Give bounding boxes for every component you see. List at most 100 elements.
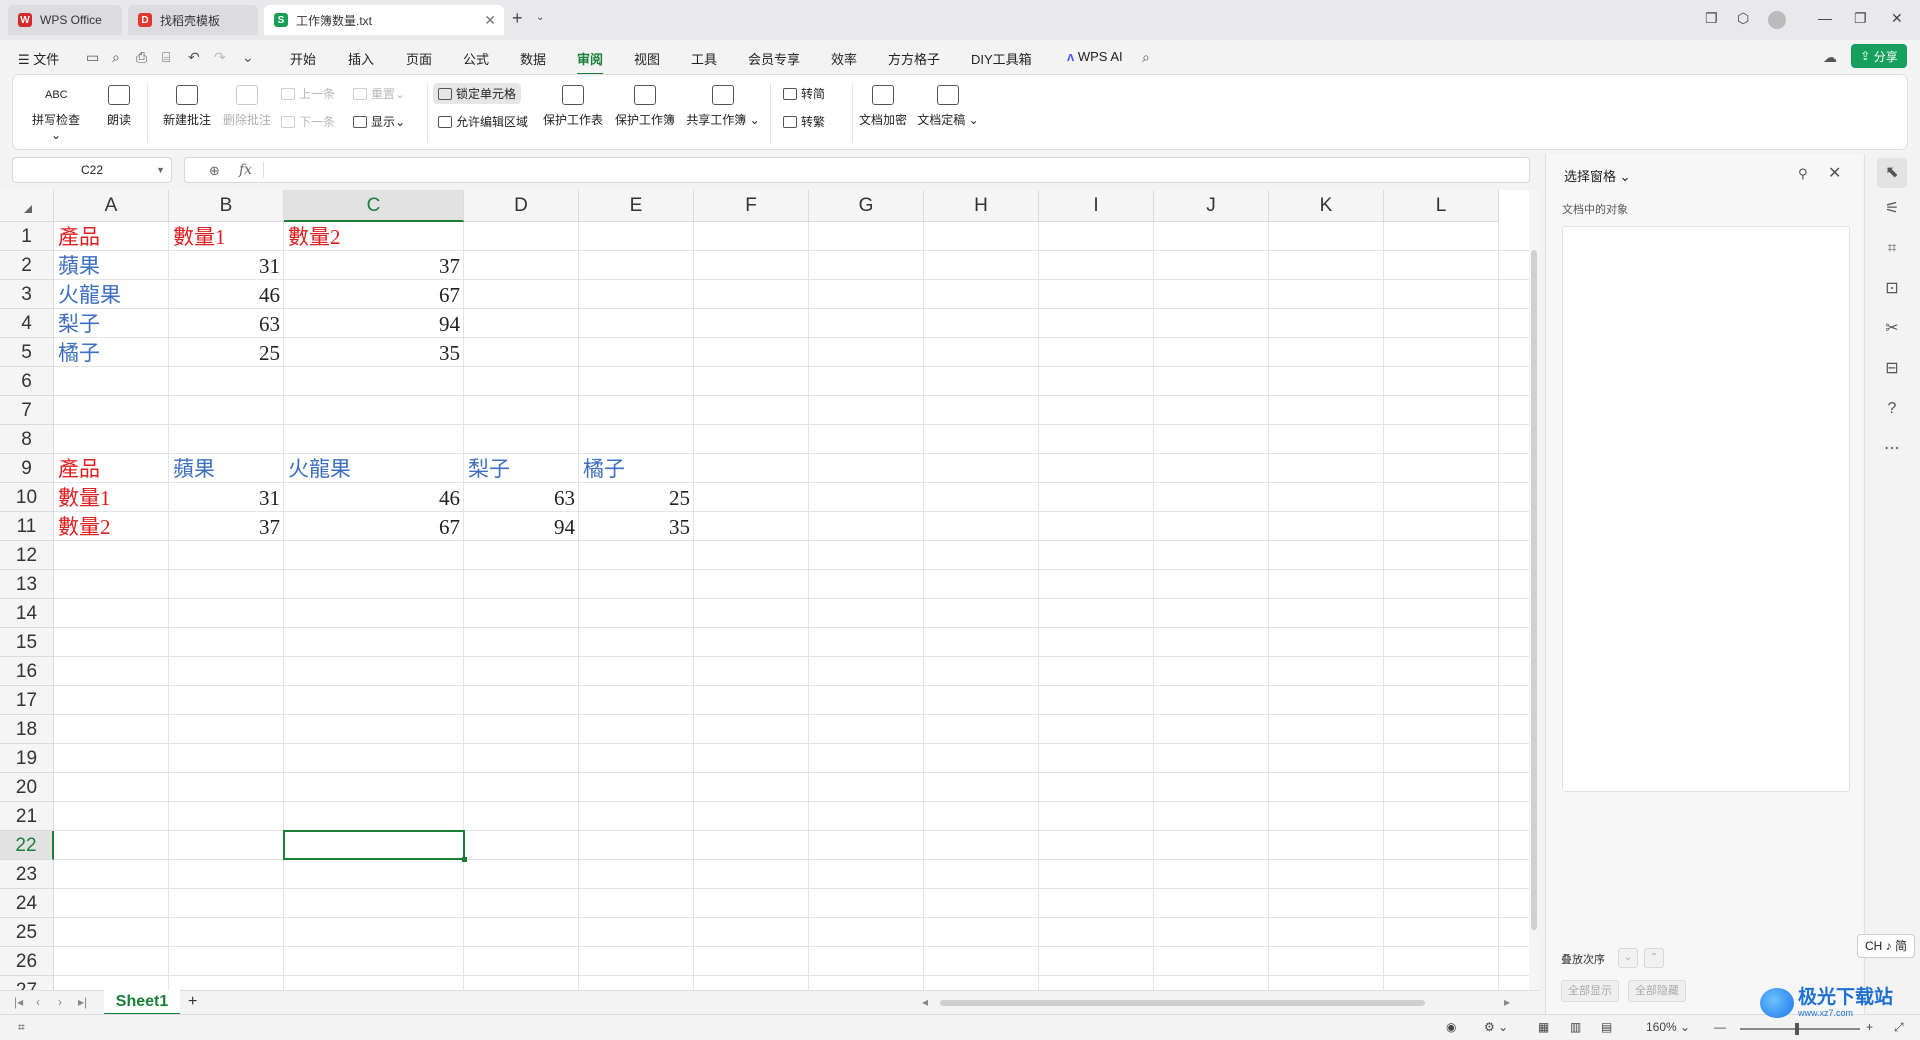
new-comment-button[interactable]: 新建批注 <box>159 85 215 128</box>
chart-icon[interactable]: ⊡ <box>1881 278 1903 300</box>
cell-b1[interactable]: 數量1 <box>169 222 284 251</box>
formula-bar[interactable]: ⊕ fx <box>184 157 1530 183</box>
cell-d10[interactable]: 63 <box>464 483 579 512</box>
row-header-17[interactable]: 17 <box>0 686 54 715</box>
move-down-button[interactable]: ⌄ <box>1618 948 1638 968</box>
row-header-7[interactable]: 7 <box>0 396 54 425</box>
ime-indicator[interactable]: CH ♪ 简 <box>1857 934 1915 958</box>
cell-a10[interactable]: 數量1 <box>54 483 169 512</box>
tools-icon[interactable]: ✂ <box>1881 318 1903 340</box>
cell-e9[interactable]: 橘子 <box>579 454 694 483</box>
save-icon[interactable]: ▭ <box>86 49 99 66</box>
spell-check-button[interactable]: ABC 拼写检查 ⌄ <box>27 85 85 142</box>
row-header-3[interactable]: 3 <box>0 280 54 309</box>
protect-sheet-button[interactable]: 保护工作表 <box>541 85 605 128</box>
tab-workbook[interactable]: S 工作簿数量.txt ✕ <box>264 5 504 35</box>
cell-b11[interactable]: 37 <box>169 512 284 541</box>
cell-d11[interactable]: 94 <box>464 512 579 541</box>
search-doc-icon[interactable]: ⌕ <box>112 49 120 66</box>
chevron-down-icon[interactable]: ⌄ <box>536 12 544 23</box>
avatar[interactable] <box>1768 11 1786 29</box>
row-header-6[interactable]: 6 <box>0 367 54 396</box>
row-header-4[interactable]: 4 <box>0 309 54 338</box>
doc-finalize-button[interactable]: 文档定稿 ⌄ <box>915 85 981 128</box>
window-restore-icon[interactable]: ❐ <box>1705 10 1718 27</box>
column-header-d[interactable]: D <box>464 190 579 222</box>
row-header-23[interactable]: 23 <box>0 860 54 889</box>
last-sheet-icon[interactable]: ▸| <box>78 995 87 1009</box>
add-sheet-button[interactable]: + <box>188 993 197 1011</box>
file-menu[interactable]: ☰ 文件 <box>18 49 59 68</box>
column-header-a[interactable]: A <box>54 190 169 222</box>
row-header-22[interactable]: 22 <box>0 831 54 860</box>
column-header-b[interactable]: B <box>169 190 284 222</box>
tab-wps-office[interactable]: W WPS Office <box>8 5 122 35</box>
row-header-19[interactable]: 19 <box>0 744 54 773</box>
fx-icon[interactable]: fx <box>239 162 252 178</box>
next-comment-button[interactable]: 下一条 <box>281 113 335 130</box>
first-sheet-icon[interactable]: |◂ <box>14 995 23 1009</box>
maximize-icon[interactable]: ❐ <box>1854 10 1867 27</box>
menu-home[interactable]: 开始 <box>290 49 316 68</box>
zoom-out-icon[interactable]: — <box>1714 1020 1726 1034</box>
print-icon[interactable]: ⎙ <box>136 49 147 66</box>
more-icon[interactable]: ⋯ <box>1881 438 1903 460</box>
column-header-l[interactable]: L <box>1384 190 1499 222</box>
horizontal-scrollbar[interactable] <box>940 1000 1425 1006</box>
cube-icon[interactable]: ⬡ <box>1737 10 1749 27</box>
read-aloud-button[interactable]: 朗读 <box>101 85 137 128</box>
cell-b3[interactable]: 46 <box>169 280 284 309</box>
show-all-button[interactable]: 全部显示 <box>1561 980 1619 1002</box>
select-all-corner[interactable] <box>0 190 54 222</box>
menu-review[interactable]: 审阅 <box>577 49 604 75</box>
book-icon[interactable]: ⊟ <box>1881 358 1903 380</box>
normal-view-icon[interactable]: ▦ <box>1538 1020 1549 1034</box>
menu-view[interactable]: 视图 <box>634 49 660 68</box>
row-header-21[interactable]: 21 <box>0 802 54 831</box>
zoom-level[interactable]: 160% ⌄ <box>1646 1020 1690 1034</box>
cell-d9[interactable]: 梨子 <box>464 454 579 483</box>
cell-b10[interactable]: 31 <box>169 483 284 512</box>
column-header-f[interactable]: F <box>694 190 809 222</box>
page-break-icon[interactable]: ▤ <box>1601 1020 1612 1034</box>
column-header-g[interactable]: G <box>809 190 924 222</box>
row-header-8[interactable]: 8 <box>0 425 54 454</box>
gear-icon[interactable]: ⚙ ⌄ <box>1484 1020 1508 1034</box>
row-header-26[interactable]: 26 <box>0 947 54 976</box>
row-header-18[interactable]: 18 <box>0 715 54 744</box>
delete-comment-button[interactable]: 删除批注 <box>219 85 275 128</box>
sheet-tab-sheet1[interactable]: Sheet1 <box>104 990 180 1015</box>
cell-b4[interactable]: 63 <box>169 309 284 338</box>
menu-formula[interactable]: 公式 <box>463 49 489 68</box>
print-preview-icon[interactable]: ⌸ <box>162 49 170 66</box>
hide-all-button[interactable]: 全部隐藏 <box>1628 980 1686 1002</box>
cell-a3[interactable]: 火龍果 <box>54 280 169 309</box>
row-header-11[interactable]: 11 <box>0 512 54 541</box>
selection-pane-title[interactable]: 选择窗格 ⌄ <box>1564 166 1631 185</box>
undo-icon[interactable]: ↶ <box>188 49 200 66</box>
column-header-c[interactable]: C <box>284 190 464 222</box>
scroll-right-icon[interactable]: ▸ <box>1504 995 1510 1009</box>
row-header-2[interactable]: 2 <box>0 251 54 280</box>
reset-button[interactable]: 重置 ⌄ <box>353 85 405 102</box>
cell-a2[interactable]: 蘋果 <box>54 251 169 280</box>
row-header-16[interactable]: 16 <box>0 657 54 686</box>
row-header-5[interactable]: 5 <box>0 338 54 367</box>
close-tab-icon[interactable]: ✕ <box>484 12 496 29</box>
cell-c10[interactable]: 46 <box>284 483 464 512</box>
to-simplified-button[interactable]: 转繁 <box>783 113 825 130</box>
close-window-icon[interactable]: ✕ <box>1891 10 1903 27</box>
cell-b2[interactable]: 31 <box>169 251 284 280</box>
row-header-14[interactable]: 14 <box>0 599 54 628</box>
close-icon[interactable]: ✕ <box>1828 163 1841 183</box>
new-tab-button[interactable]: + <box>512 8 523 29</box>
scroll-thumb[interactable] <box>1531 250 1537 930</box>
lock-cell-button[interactable]: 锁定单元格 <box>433 83 522 104</box>
page-layout-icon[interactable]: ▥ <box>1570 1020 1581 1034</box>
cell-c4[interactable]: 94 <box>284 309 464 338</box>
chevron-down-icon[interactable]: ⌄ <box>242 49 254 66</box>
prev-comment-button[interactable]: 上一条 <box>281 85 335 102</box>
zoom-formula-icon[interactable]: ⊕ <box>209 163 220 179</box>
tab-docer[interactable]: D 找稻壳模板 <box>128 5 258 35</box>
prev-sheet-icon[interactable]: ‹ <box>36 995 40 1009</box>
